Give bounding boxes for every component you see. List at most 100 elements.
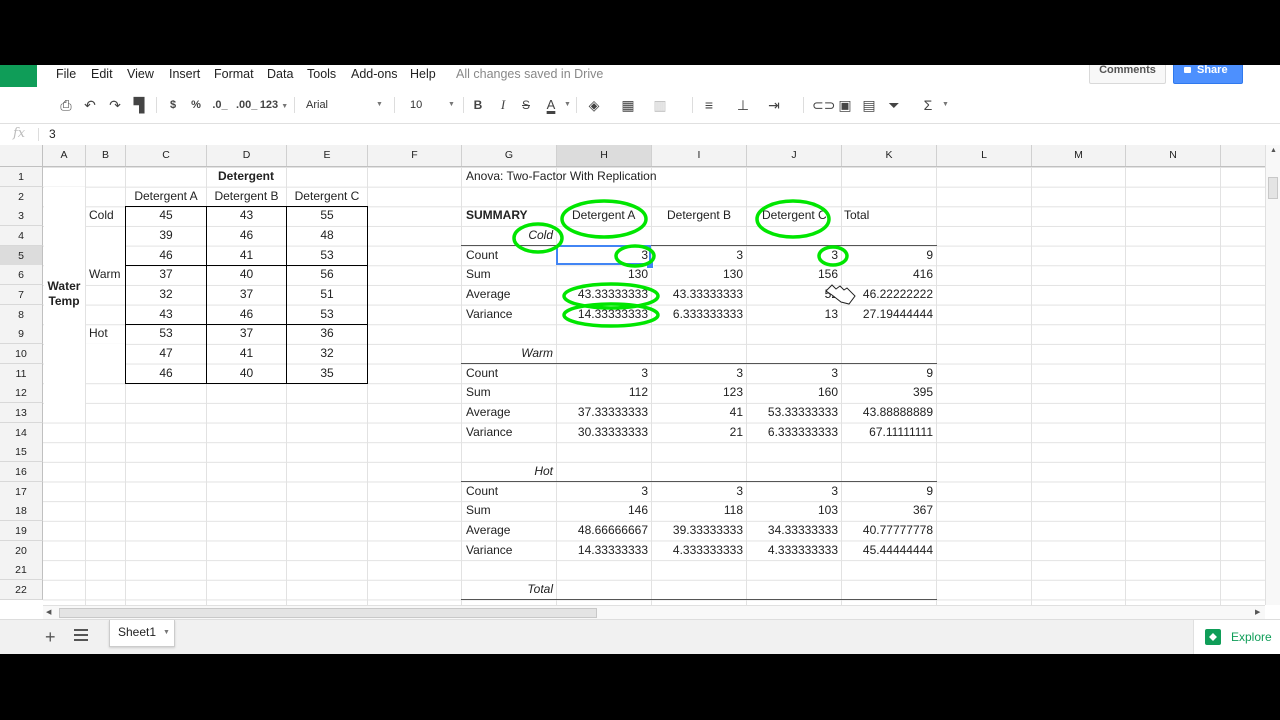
stat-value[interactable]: 9 bbox=[841, 364, 933, 383]
table-cell[interactable]: 56 bbox=[287, 265, 367, 284]
table-cell[interactable]: 37 bbox=[207, 324, 286, 343]
print-icon[interactable]: ⎙ bbox=[58, 96, 74, 114]
row-header[interactable]: 18 bbox=[0, 501, 43, 522]
menu-file[interactable]: File bbox=[56, 67, 76, 81]
row-header[interactable]: 1 bbox=[0, 167, 43, 187]
row-header[interactable]: 14 bbox=[0, 422, 43, 443]
table-cell[interactable]: 41 bbox=[207, 344, 286, 363]
table-cell[interactable]: 53 bbox=[287, 246, 367, 265]
text-color-button[interactable]: A bbox=[542, 96, 560, 114]
stat-value[interactable]: 118 bbox=[651, 501, 743, 520]
row-header[interactable]: 4 bbox=[0, 226, 43, 246]
table-cell[interactable]: 51 bbox=[287, 285, 367, 304]
column-header[interactable]: G bbox=[462, 145, 557, 166]
redo-icon[interactable]: ↷ bbox=[107, 96, 123, 114]
select-all-corner[interactable] bbox=[0, 145, 43, 166]
stat-value[interactable]: 40.77777778 bbox=[841, 521, 933, 540]
menu-insert[interactable]: Insert bbox=[169, 67, 200, 81]
decrease-decimal-button[interactable]: .0_ bbox=[211, 96, 229, 114]
borders-icon[interactable]: ▦ bbox=[620, 96, 636, 114]
row-header[interactable]: 6 bbox=[0, 265, 43, 286]
stat-value[interactable]: 41 bbox=[651, 403, 743, 422]
column-header[interactable]: H bbox=[557, 145, 652, 166]
row-header[interactable]: 22 bbox=[0, 580, 43, 600]
functions-button[interactable]: Σ bbox=[921, 96, 935, 114]
all-sheets-icon[interactable] bbox=[74, 629, 88, 644]
stat-value[interactable]: 30.33333333 bbox=[556, 423, 648, 442]
stat-value[interactable]: 6.333333333 bbox=[746, 423, 838, 442]
row-header[interactable]: 21 bbox=[0, 560, 43, 581]
column-header[interactable]: J bbox=[747, 145, 842, 166]
menu-help[interactable]: Help bbox=[410, 67, 436, 81]
strikethrough-button[interactable]: S bbox=[520, 96, 532, 114]
table-cell[interactable]: 46 bbox=[126, 246, 206, 265]
row-header[interactable]: 7 bbox=[0, 285, 43, 305]
column-header[interactable]: E bbox=[287, 145, 368, 166]
increase-decimal-button[interactable]: .00_ bbox=[236, 96, 257, 114]
column-header[interactable]: C bbox=[126, 145, 207, 166]
menu-view[interactable]: View bbox=[127, 67, 154, 81]
table-cell[interactable]: 53 bbox=[287, 305, 367, 324]
stat-value[interactable]: 21 bbox=[651, 423, 743, 442]
cell-area[interactable]: Detergent Detergent A Detergent B Deterg… bbox=[43, 167, 1265, 605]
column-header[interactable]: F bbox=[368, 145, 462, 166]
table-cell[interactable]: 46 bbox=[126, 364, 206, 383]
menu-format[interactable]: Format bbox=[214, 67, 254, 81]
share-button[interactable]: Share bbox=[1173, 65, 1243, 84]
row-header[interactable]: 3 bbox=[0, 206, 43, 227]
table-cell[interactable]: 48 bbox=[287, 226, 367, 245]
stat-value[interactable]: 37.33333333 bbox=[556, 403, 648, 422]
stat-value[interactable]: 112 bbox=[556, 383, 648, 402]
stat-value[interactable]: 3 bbox=[651, 482, 743, 501]
text-wrap-icon[interactable]: ⇥ bbox=[766, 96, 782, 114]
column-header[interactable]: M bbox=[1032, 145, 1126, 166]
stat-value[interactable]: 130 bbox=[556, 265, 648, 284]
row-header[interactable]: 5 bbox=[0, 245, 43, 266]
undo-icon[interactable]: ↶ bbox=[82, 96, 98, 114]
stat-value[interactable]: 53.33333333 bbox=[746, 403, 838, 422]
stat-value[interactable]: 45.44444444 bbox=[841, 541, 933, 560]
row-header[interactable]: 11 bbox=[0, 363, 43, 384]
bold-button[interactable]: B bbox=[472, 96, 484, 114]
stat-value[interactable]: 14.33333333 bbox=[556, 541, 648, 560]
table-cell[interactable]: 47 bbox=[126, 344, 206, 363]
stat-value[interactable]: 67.11111111 bbox=[841, 423, 933, 442]
row-header[interactable]: 9 bbox=[0, 324, 43, 345]
stat-value[interactable]: 160 bbox=[746, 383, 838, 402]
fill-color-icon[interactable]: ◈ bbox=[586, 96, 602, 114]
vertical-scrollbar[interactable]: ▲ bbox=[1265, 145, 1280, 605]
stat-value[interactable]: 123 bbox=[651, 383, 743, 402]
stat-value[interactable]: 43.33333333 bbox=[556, 285, 648, 304]
table-cell[interactable]: 32 bbox=[287, 344, 367, 363]
chevron-down-icon[interactable]: ▼ bbox=[163, 621, 170, 645]
stat-value[interactable]: 46.22222222 bbox=[841, 285, 933, 304]
table-cell[interactable]: 37 bbox=[126, 265, 206, 284]
explore-button[interactable]: Explore bbox=[1193, 620, 1280, 654]
add-sheet-icon[interactable]: + bbox=[45, 627, 56, 648]
stat-value[interactable]: 9 bbox=[841, 246, 933, 265]
align-vertical-icon[interactable]: ⊥ bbox=[735, 96, 751, 114]
menu-add-ons[interactable]: Add-ons bbox=[351, 67, 398, 81]
italic-button[interactable]: I bbox=[497, 96, 509, 114]
stat-value[interactable]: 4.333333333 bbox=[746, 541, 838, 560]
scroll-right-icon[interactable]: ▶ bbox=[1255, 608, 1260, 616]
stat-value[interactable]: 156 bbox=[746, 265, 838, 284]
stat-value[interactable]: 367 bbox=[841, 501, 933, 520]
insert-chart-icon[interactable]: ▤ bbox=[861, 96, 877, 114]
stat-value[interactable]: 3 bbox=[651, 246, 743, 265]
menu-data[interactable]: Data bbox=[267, 67, 293, 81]
fill-handle[interactable] bbox=[646, 261, 654, 269]
stat-value[interactable]: 52 bbox=[746, 285, 838, 304]
table-cell[interactable]: 39 bbox=[126, 226, 206, 245]
menu-edit[interactable]: Edit bbox=[91, 67, 113, 81]
table-cell[interactable]: 43 bbox=[126, 305, 206, 324]
more-formats-button[interactable]: 123 ▼ bbox=[259, 96, 289, 114]
stat-value[interactable]: 146 bbox=[556, 501, 648, 520]
stat-value[interactable]: 27.19444444 bbox=[841, 305, 933, 324]
stat-value[interactable]: 130 bbox=[651, 265, 743, 284]
column-header[interactable]: N bbox=[1126, 145, 1221, 166]
table-cell[interactable]: 45 bbox=[126, 206, 206, 225]
table-cell[interactable]: 46 bbox=[207, 305, 286, 324]
stat-value[interactable]: 39.33333333 bbox=[651, 521, 743, 540]
row-header[interactable]: 17 bbox=[0, 481, 43, 502]
